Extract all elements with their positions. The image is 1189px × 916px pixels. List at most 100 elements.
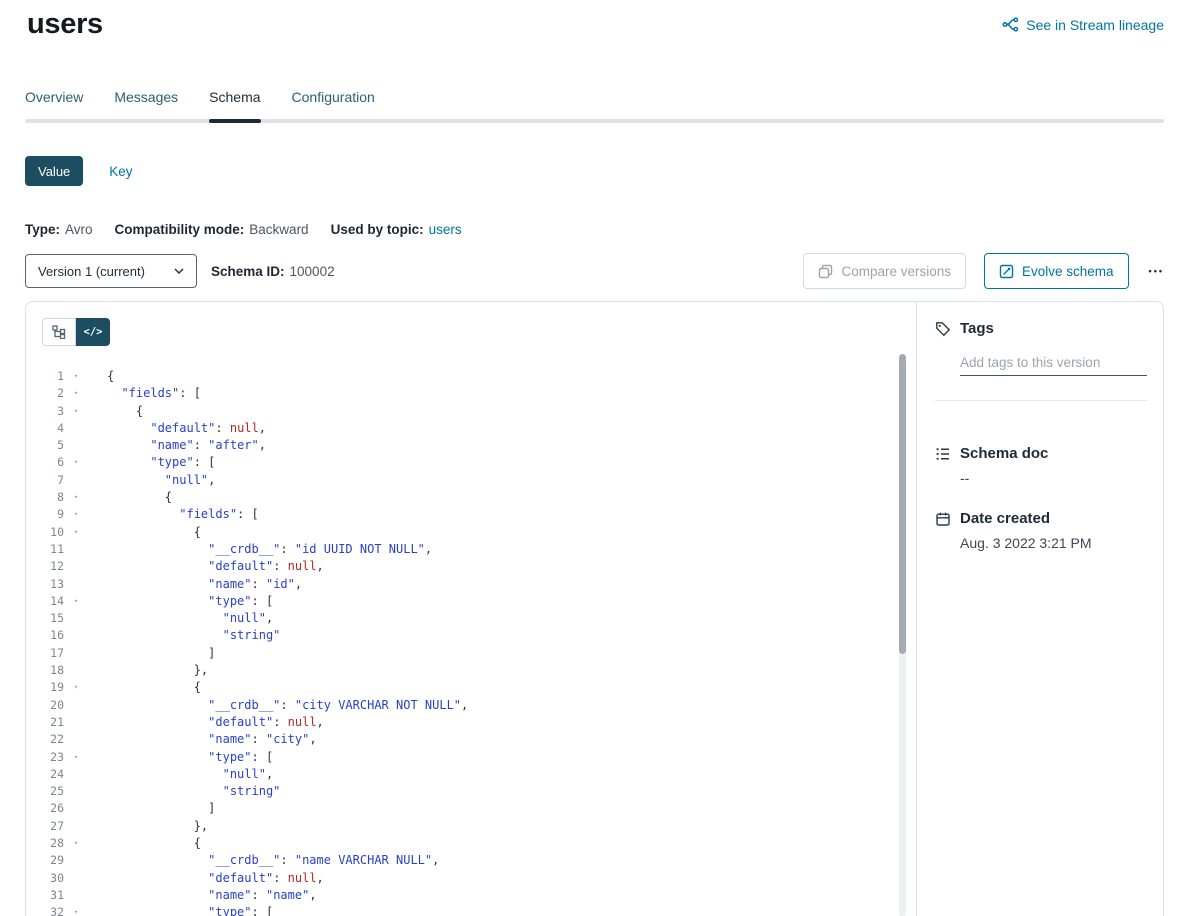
- tab-messages[interactable]: Messages: [114, 89, 178, 123]
- code-text: "__crdb__": "id UUID NOT NULL",: [81, 541, 432, 558]
- schema-card: </> 1▾{2▾ "fields": [3 ▾ {4 "default": nu…: [25, 301, 1164, 916]
- schema-doc-value: --: [960, 470, 1147, 486]
- code-line: 26 ]: [26, 800, 916, 817]
- schema-doc-title: Schema doc: [960, 445, 1048, 462]
- code-line: 20 "__crdb__": "city VARCHAR NOT NULL",: [26, 697, 916, 714]
- compare-versions-button[interactable]: Compare versions: [803, 253, 966, 289]
- line-number: 5: [26, 437, 64, 454]
- line-number: 31: [26, 887, 64, 904]
- code-text: "name": "name",: [81, 887, 317, 904]
- code-text: "type": [: [81, 749, 273, 766]
- code-line: 24 "null",: [26, 766, 916, 783]
- code-text: {: [81, 403, 143, 420]
- tab-overview[interactable]: Overview: [25, 89, 83, 123]
- schema-id-label: Schema ID:: [211, 264, 285, 279]
- line-number: 22: [26, 731, 64, 748]
- version-select[interactable]: Version 1 (current): [25, 254, 197, 288]
- code-view-icon: </>: [84, 326, 103, 338]
- code-line: 27 },: [26, 818, 916, 835]
- topic-link[interactable]: users: [429, 222, 462, 237]
- fold-arrow-icon[interactable]: ▾: [71, 368, 81, 385]
- fold-arrow-icon[interactable]: ▾: [71, 506, 81, 523]
- line-number: 17: [26, 645, 64, 662]
- fold-arrow-icon[interactable]: ▾: [71, 835, 81, 852]
- fold-arrow-icon[interactable]: ▾: [71, 593, 81, 610]
- code-line: 6▾ "type": [: [26, 454, 916, 471]
- code-line: 12 "default": null,: [26, 558, 916, 575]
- fold-arrow-icon[interactable]: ▾: [71, 385, 81, 402]
- compatibility-mode: Compatibility mode:Backward: [115, 222, 309, 237]
- fold-arrow-icon[interactable]: ▾: [71, 489, 81, 506]
- schema-doc-section: Schema doc --: [935, 445, 1147, 486]
- evolve-schema-button[interactable]: Evolve schema: [984, 253, 1129, 289]
- code-line: 13 "name": "id",: [26, 576, 916, 593]
- code-line: 19▾ {: [26, 679, 916, 696]
- fold-arrow-icon[interactable]: ▾: [71, 454, 81, 471]
- schema-page: users See in Stream lineage Overview Mes…: [0, 8, 1189, 916]
- tab-schema[interactable]: Schema: [209, 89, 260, 123]
- fold-arrow-icon[interactable]: ▾: [71, 749, 81, 766]
- more-actions-button[interactable]: •••: [1149, 266, 1164, 276]
- used-by-topic: Used by topic: users: [331, 222, 462, 237]
- code-line: 14▾ "type": [: [26, 593, 916, 610]
- code-text: "fields": [: [81, 385, 201, 402]
- schema-type-value: Avro: [65, 222, 93, 237]
- line-number: 21: [26, 714, 64, 731]
- code-line: 15 "null",: [26, 610, 916, 627]
- line-number: 13: [26, 576, 64, 593]
- code-line: 28▾ {: [26, 835, 916, 852]
- fold-arrow-icon[interactable]: ▾: [71, 904, 81, 916]
- code-line: 21 "default": null,: [26, 714, 916, 731]
- key-toggle-link[interactable]: Key: [109, 164, 132, 179]
- line-number: 20: [26, 697, 64, 714]
- code-line: 4 "default": null,: [26, 420, 916, 437]
- page-title: users: [27, 8, 103, 41]
- line-number: 24: [26, 766, 64, 783]
- date-created-section: Date created Aug. 3 2022 3:21 PM: [935, 510, 1147, 551]
- editor-scrollbar-track[interactable]: [899, 354, 906, 916]
- tree-view-button[interactable]: [42, 318, 76, 346]
- code-text: "name": "after",: [81, 437, 266, 454]
- line-number: 3: [26, 403, 64, 420]
- editor-scrollbar-thumb[interactable]: [899, 354, 906, 654]
- date-created-header: Date created: [935, 510, 1147, 527]
- schema-type: Type:Avro: [25, 222, 93, 237]
- code-text: ]: [81, 645, 215, 662]
- tags-input[interactable]: [960, 353, 1147, 376]
- fold-arrow-icon[interactable]: ▾: [71, 679, 81, 696]
- page-header: users See in Stream lineage: [25, 8, 1164, 52]
- code-view-button[interactable]: </>: [76, 318, 110, 346]
- code-text: "name": "city",: [81, 731, 317, 748]
- code-line: 10▾ {: [26, 524, 916, 541]
- evolve-schema-icon: [999, 264, 1014, 279]
- compare-versions-label: Compare versions: [841, 264, 951, 279]
- code-line: 5 "name": "after",: [26, 437, 916, 454]
- tab-configuration[interactable]: Configuration: [292, 89, 375, 123]
- fold-arrow-icon[interactable]: ▾: [71, 524, 81, 541]
- line-number: 30: [26, 870, 64, 887]
- code-line: 22 "name": "city",: [26, 731, 916, 748]
- code-line: 2▾ "fields": [: [26, 385, 916, 402]
- tag-icon: [935, 321, 951, 337]
- line-number: 6: [26, 454, 64, 471]
- code-text: {: [81, 835, 201, 852]
- code-line: 7 "null",: [26, 472, 916, 489]
- schema-action-buttons: Compare versions Evolve schema •••: [803, 253, 1164, 289]
- code-line: 11 "__crdb__": "id UUID NOT NULL",: [26, 541, 916, 558]
- used-by-topic-label: Used by topic:: [331, 222, 424, 237]
- tab-bar-divider: [25, 119, 1164, 123]
- sidebar-divider: [935, 400, 1147, 401]
- code-line: 23 ▾ "type": [: [26, 749, 916, 766]
- line-number: 16: [26, 627, 64, 644]
- stream-lineage-link[interactable]: See in Stream lineage: [1002, 16, 1164, 33]
- line-number: 23: [26, 749, 64, 766]
- code-line: 16 "string": [26, 627, 916, 644]
- code-line: 1▾{: [26, 368, 916, 385]
- code-text: "default": null,: [81, 558, 324, 575]
- code-line: 17 ]: [26, 645, 916, 662]
- fold-arrow-icon[interactable]: ▾: [71, 403, 81, 420]
- line-number: 11: [26, 541, 64, 558]
- value-toggle-button[interactable]: Value: [25, 156, 83, 186]
- schema-id-value: 100002: [290, 264, 335, 279]
- compatibility-mode-value: Backward: [249, 222, 308, 237]
